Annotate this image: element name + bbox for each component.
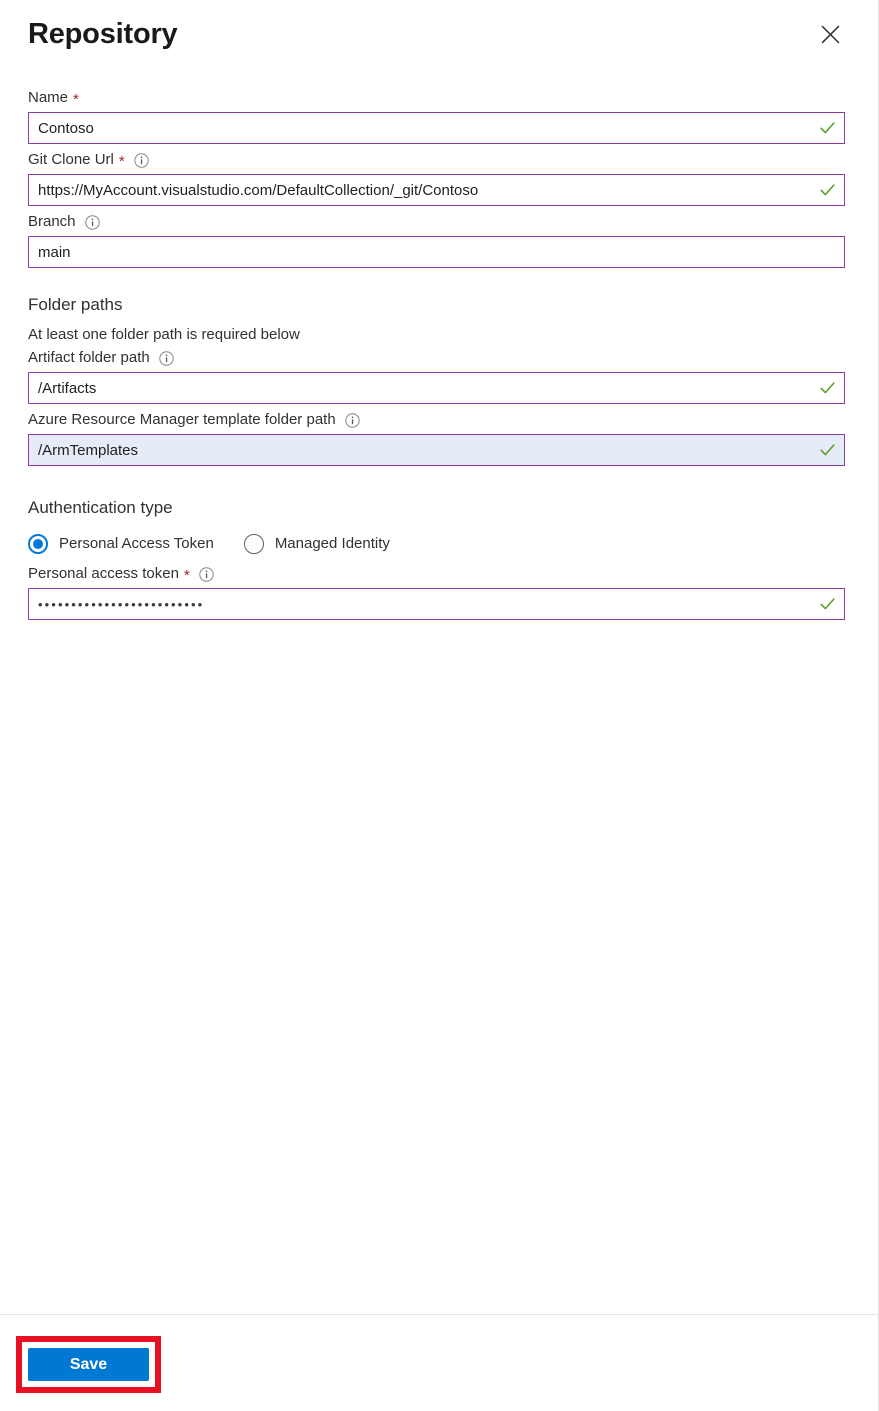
arm-template-folder-path-input[interactable] — [29, 435, 844, 465]
info-icon[interactable] — [134, 152, 149, 168]
required-asterisk: * — [183, 566, 190, 584]
authentication-type-heading: Authentication type — [28, 498, 173, 517]
branch-input-wrap[interactable] — [28, 236, 845, 268]
repository-blade: Repository Name * Contoso Git Clone Url … — [0, 0, 879, 1411]
save-button[interactable]: Save — [28, 1348, 149, 1381]
close-button[interactable] — [814, 18, 846, 50]
required-asterisk: * — [73, 90, 79, 108]
blade-body: Name * Git Clone Url * — [0, 88, 878, 1314]
radio-personal-access-token[interactable]: Personal Access Token — [28, 534, 214, 554]
authentication-type-radio-group: Personal Access Token Managed Identity — [28, 528, 850, 564]
blade-header: Repository — [0, 0, 878, 88]
info-icon[interactable] — [159, 350, 174, 366]
branch-input[interactable] — [29, 237, 844, 267]
field-git-clone-url-label-row: Git Clone Url * — [28, 150, 850, 174]
info-icon[interactable] — [199, 566, 214, 582]
field-artifact-folder-path: Artifact folder path — [28, 348, 850, 404]
field-arm-template-folder-path: Azure Resource Manager template folder p… — [28, 410, 850, 466]
radio-managed-identity[interactable]: Managed Identity — [243, 534, 390, 554]
field-name: Name * — [28, 88, 850, 144]
artifact-folder-path-input[interactable] — [29, 373, 844, 403]
field-arm-template-folder-path-label: Azure Resource Manager template folder p… — [28, 411, 336, 428]
radio-managed-identity-label: Managed Identity — [274, 535, 390, 552]
field-git-clone-url: Git Clone Url * — [28, 150, 850, 206]
arm-template-folder-path-input-wrap[interactable] — [28, 434, 845, 466]
personal-access-token-input-wrap[interactable] — [28, 588, 845, 620]
personal-access-token-input[interactable] — [29, 589, 844, 619]
field-personal-access-token-label-row: Personal access token * — [28, 564, 850, 588]
name-input[interactable] — [29, 113, 844, 143]
page-title: Repository — [28, 18, 178, 50]
field-branch-label-row: Branch — [28, 212, 850, 236]
radio-personal-access-token-label: Personal Access Token — [59, 535, 214, 552]
field-git-clone-url-label: Git Clone Url — [28, 151, 114, 168]
blade-footer: Save — [0, 1314, 878, 1411]
field-personal-access-token-label: Personal access token — [28, 565, 179, 582]
field-name-label: Name — [28, 89, 69, 106]
field-artifact-folder-path-label-row: Artifact folder path — [28, 348, 850, 372]
radio-indicator — [28, 534, 48, 554]
info-icon[interactable] — [344, 412, 360, 428]
field-personal-access-token: Personal access token * — [28, 564, 850, 620]
field-branch: Branch — [28, 212, 850, 268]
field-arm-template-folder-path-label-row: Azure Resource Manager template folder p… — [28, 410, 850, 434]
close-icon — [821, 25, 840, 44]
field-name-label-row: Name * — [28, 88, 850, 112]
required-asterisk: * — [118, 152, 125, 170]
field-artifact-folder-path-label: Artifact folder path — [28, 349, 150, 366]
artifact-folder-path-input-wrap[interactable] — [28, 372, 845, 404]
git-clone-url-input[interactable] — [29, 175, 844, 205]
folder-paths-heading: Folder paths — [28, 295, 123, 314]
name-input-wrap[interactable] — [28, 112, 845, 144]
folder-paths-helper-text: At least one folder path is required bel… — [28, 326, 300, 343]
git-clone-url-input-wrap[interactable] — [28, 174, 845, 206]
info-icon[interactable] — [84, 214, 100, 230]
radio-indicator — [243, 534, 264, 554]
field-branch-label: Branch — [28, 213, 76, 230]
